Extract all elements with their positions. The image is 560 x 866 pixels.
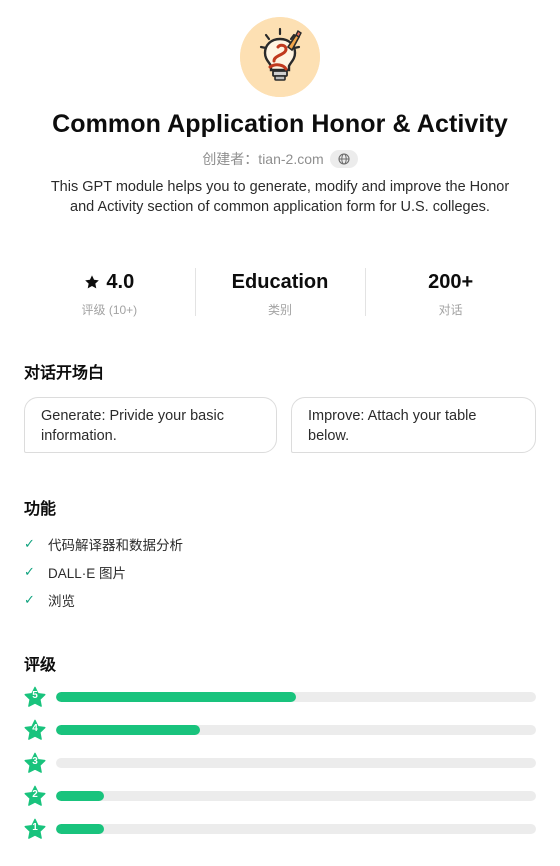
gpt-avatar (240, 17, 320, 97)
rating-bar-fill (56, 692, 296, 702)
category-label: 类别 (268, 303, 293, 317)
stat-conversations: 200+ 对话 (365, 268, 536, 318)
stat-category: Education 类别 (194, 268, 366, 318)
rating-bar-fill (56, 725, 200, 735)
rating-bar (56, 758, 536, 768)
rating-bar (56, 791, 536, 801)
ratings-heading: 评级 (24, 657, 57, 674)
capability-label: 浏览 (48, 594, 75, 609)
website-link[interactable] (329, 150, 358, 168)
stat-rating: 4.0 评级 (10+) (24, 268, 195, 318)
rating-row: 3 (24, 752, 536, 785)
rating-bar-fill (56, 824, 104, 834)
check-icon: ✓ (24, 592, 35, 607)
star-count: 3 (32, 756, 38, 767)
ratings-breakdown: 5 4 3 2 1 (24, 686, 536, 851)
rating-bar (56, 725, 536, 735)
creator-row: 创建者：tian-2.com (0, 149, 560, 169)
capability-label: DALL·E 图片 (48, 566, 127, 581)
gpt-description: This GPT module helps you to generate, m… (50, 179, 510, 215)
check-icon: ✓ (24, 564, 35, 579)
capability-item: ✓ 代码解译器和数据分析 (24, 530, 183, 558)
rating-row: 1 (24, 818, 536, 851)
star-count: 1 (32, 822, 38, 833)
rating-value: 4.0 (106, 270, 135, 293)
globe-icon (338, 153, 350, 165)
conversations-value: 200+ (428, 270, 474, 293)
capability-item: ✓ 浏览 (24, 586, 183, 614)
rating-bar (56, 824, 536, 834)
starter-card-improve[interactable]: Improve: Attach your table below. (291, 397, 536, 453)
starter-text: Improve: Attach your table below. (308, 408, 477, 444)
capabilities-heading: 功能 (24, 501, 57, 518)
star-count: 2 (32, 789, 38, 800)
rating-row: 4 (24, 719, 536, 752)
starter-text: Generate: Privide your basic information… (41, 408, 224, 444)
check-icon: ✓ (24, 536, 35, 551)
category-value: Education (231, 270, 329, 293)
capabilities-list: ✓ 代码解译器和数据分析 ✓ DALL·E 图片 ✓ 浏览 (24, 530, 183, 614)
star-icon (85, 275, 100, 289)
stats-row: 4.0 评级 (10+) Education 类别 200+ 对话 (24, 268, 536, 318)
rating-bar-fill (56, 791, 104, 801)
creator-label: 创建者：tian-2.com (202, 151, 324, 167)
gpt-title: Common Application Honor & Activity (52, 110, 508, 138)
rating-row: 5 (24, 686, 536, 719)
lightbulb-pencil-logo-icon (240, 17, 320, 97)
starter-card-generate[interactable]: Generate: Privide your basic information… (24, 397, 277, 453)
starters-heading: 对话开场白 (24, 365, 105, 382)
capability-item: ✓ DALL·E 图片 (24, 558, 183, 586)
star-count: 4 (32, 723, 38, 734)
rating-row: 2 (24, 785, 536, 818)
conversations-label: 对话 (438, 303, 463, 317)
rating-bar (56, 692, 536, 702)
star-count: 5 (32, 690, 38, 701)
rating-label: 评级 (10+) (81, 303, 138, 317)
capability-label: 代码解译器和数据分析 (48, 538, 183, 553)
